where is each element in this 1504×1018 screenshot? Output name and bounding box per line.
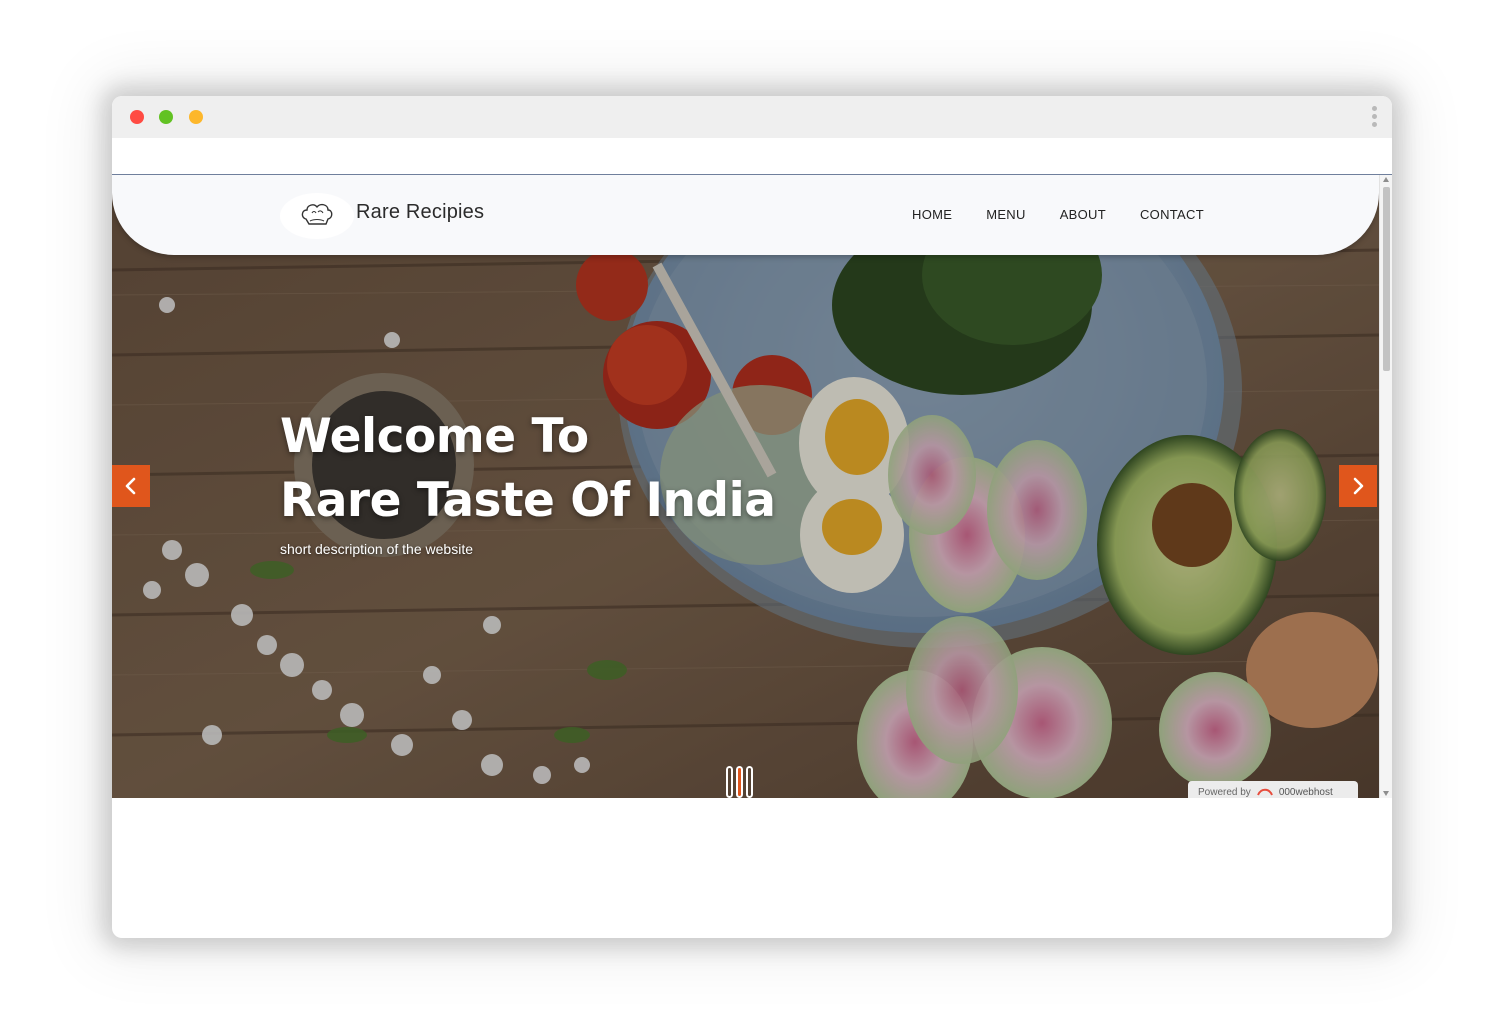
hero-subtitle: short description of the website — [280, 541, 473, 557]
chevron-left-icon — [125, 477, 136, 495]
webhost-logo-icon — [1256, 788, 1273, 796]
main-nav: HOME MENU ABOUT CONTACT — [912, 207, 1238, 222]
site-brand-name[interactable]: Rare Recipies — [356, 201, 484, 224]
hero-title-line-1: Welcome To — [280, 409, 589, 464]
close-window-button[interactable] — [130, 110, 144, 124]
browser-toolbar — [112, 138, 1392, 175]
scroll-up-icon[interactable] — [1383, 177, 1389, 182]
kebab-menu-icon[interactable] — [1370, 106, 1378, 130]
powered-by-brand: 000webhost — [1278, 786, 1333, 798]
powered-by-badge[interactable]: Powered by 000webhost — [1188, 781, 1358, 798]
carousel-next-button[interactable] — [1339, 465, 1377, 507]
scrollbar-thumb[interactable] — [1383, 187, 1390, 371]
nav-link-home[interactable]: HOME — [912, 207, 952, 222]
chef-hat-icon — [301, 203, 333, 225]
scroll-down-icon[interactable] — [1383, 791, 1389, 796]
maximize-window-button[interactable] — [189, 110, 203, 124]
page-viewport: Rare Recipies HOME MENU ABOUT CONTACT We… — [112, 175, 1379, 798]
page-scrollbar[interactable] — [1379, 175, 1392, 798]
nav-link-menu[interactable]: MENU — [986, 207, 1025, 222]
hero-title-line-2: Rare Taste Of India — [280, 473, 776, 528]
site-navbar: Rare Recipies HOME MENU ABOUT CONTACT — [112, 175, 1379, 255]
carousel-indicators — [726, 766, 753, 798]
powered-by-label: Powered by — [1198, 786, 1251, 798]
carousel-indicator-2[interactable] — [736, 766, 743, 798]
chevron-right-icon — [1353, 477, 1364, 495]
site-logo[interactable] — [280, 193, 354, 239]
carousel-prev-button[interactable] — [112, 465, 150, 507]
hero-title: Welcome To Rare Taste Of India — [280, 405, 776, 533]
nav-link-contact[interactable]: CONTACT — [1140, 207, 1204, 222]
browser-window: Rare Recipies HOME MENU ABOUT CONTACT We… — [112, 96, 1392, 938]
carousel-indicator-1[interactable] — [726, 766, 733, 798]
carousel-indicator-3[interactable] — [746, 766, 753, 798]
nav-link-about[interactable]: ABOUT — [1060, 207, 1106, 222]
browser-titlebar — [112, 96, 1392, 138]
minimize-window-button[interactable] — [159, 110, 173, 124]
